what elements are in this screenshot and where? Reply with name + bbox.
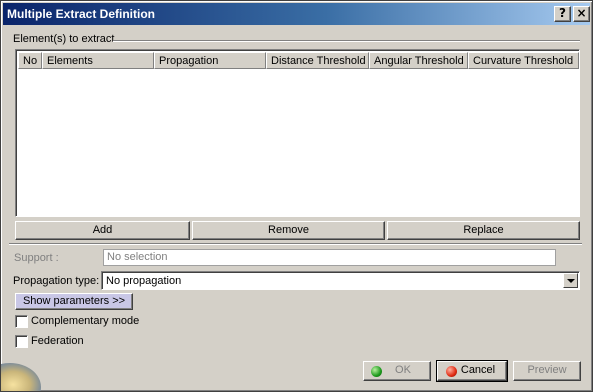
column-header-curvature-threshold[interactable]: Curvature Threshold xyxy=(468,52,579,69)
close-icon: × xyxy=(576,6,587,20)
cancel-label: Cancel xyxy=(460,364,496,376)
elements-list[interactable]: No Elements Propagation Distance Thresho… xyxy=(15,49,580,217)
remove-button[interactable]: Remove xyxy=(192,221,385,240)
preview-button[interactable]: Preview xyxy=(513,361,581,381)
column-header-angular-threshold[interactable]: Angular Threshold xyxy=(369,52,468,69)
section-divider xyxy=(9,243,582,245)
support-label: Support : xyxy=(14,252,59,264)
column-header-no[interactable]: No xyxy=(18,52,42,69)
complementary-mode-checkbox[interactable] xyxy=(15,315,28,328)
dialog-window: Multiple Extract Definition ? × Element(… xyxy=(0,0,593,392)
cancel-button[interactable]: Cancel xyxy=(436,360,508,382)
window-title: Multiple Extract Definition xyxy=(7,7,156,21)
close-button[interactable]: × xyxy=(573,6,590,22)
show-parameters-button[interactable]: Show parameters >> xyxy=(15,293,133,310)
elements-group-title: Element(s) to extract xyxy=(13,33,115,45)
help-icon: ? xyxy=(559,6,566,20)
list-header: No Elements Propagation Distance Thresho… xyxy=(18,52,579,69)
federation-checkbox[interactable] xyxy=(15,335,28,348)
add-button[interactable]: Add xyxy=(15,221,190,240)
propagation-type-value: No propagation xyxy=(106,275,182,287)
column-header-distance-threshold[interactable]: Distance Threshold xyxy=(266,52,369,69)
propagation-type-select[interactable]: No propagation xyxy=(101,271,580,290)
complementary-mode-label: Complementary mode xyxy=(31,315,140,327)
propagation-type-label: Propagation type: xyxy=(13,275,100,287)
column-header-propagation[interactable]: Propagation xyxy=(154,52,266,69)
dropdown-arrow-icon[interactable] xyxy=(563,273,578,288)
preview-label: Preview xyxy=(527,364,567,376)
column-header-elements[interactable]: Elements xyxy=(42,52,154,69)
group-divider xyxy=(113,40,580,42)
replace-button[interactable]: Replace xyxy=(387,221,580,240)
ok-button[interactable]: OK xyxy=(363,361,431,381)
ok-label: OK xyxy=(395,364,411,376)
catia-logo-swirl xyxy=(1,363,41,391)
federation-label: Federation xyxy=(31,335,84,347)
support-field[interactable]: No selection xyxy=(103,249,556,266)
title-bar[interactable]: Multiple Extract Definition ? × xyxy=(3,3,590,25)
help-button[interactable]: ? xyxy=(554,6,571,22)
